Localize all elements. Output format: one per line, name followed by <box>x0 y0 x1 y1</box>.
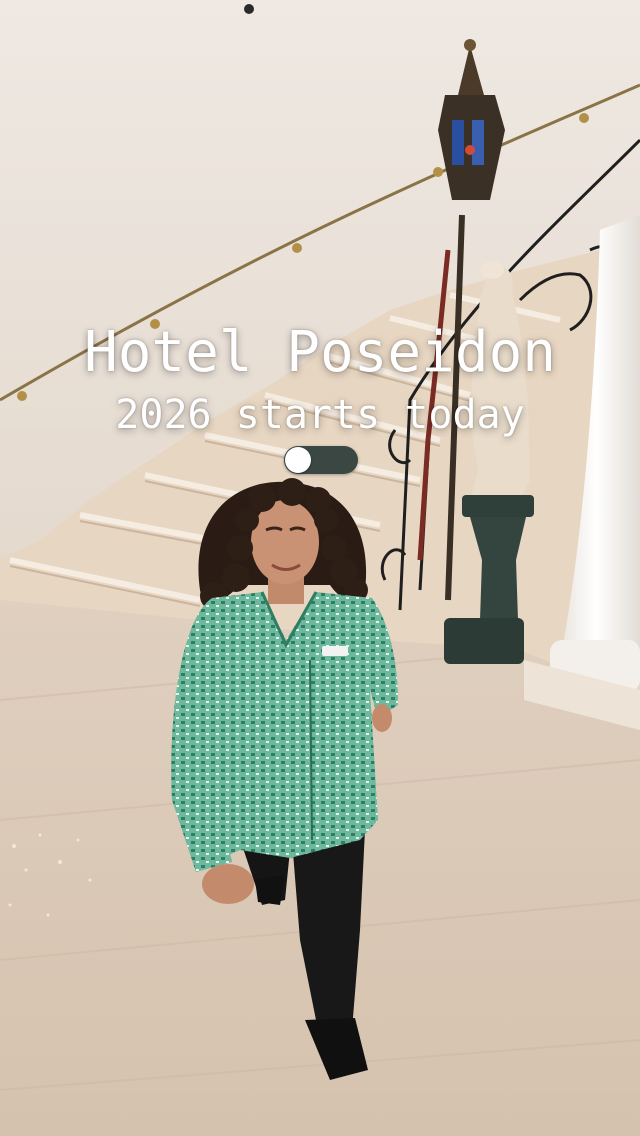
hotel-title: Hotel Poseidon <box>83 320 556 385</box>
hotel-lobby-photo <box>0 0 640 1136</box>
toggle-switch[interactable] <box>284 446 358 474</box>
toggle-switch-icon <box>285 447 311 473</box>
story-frame: Hotel Poseidon 2026 starts today <box>0 0 640 1136</box>
ceiling-light <box>244 4 254 14</box>
tagline-subtitle: 2026 starts today <box>115 392 525 438</box>
